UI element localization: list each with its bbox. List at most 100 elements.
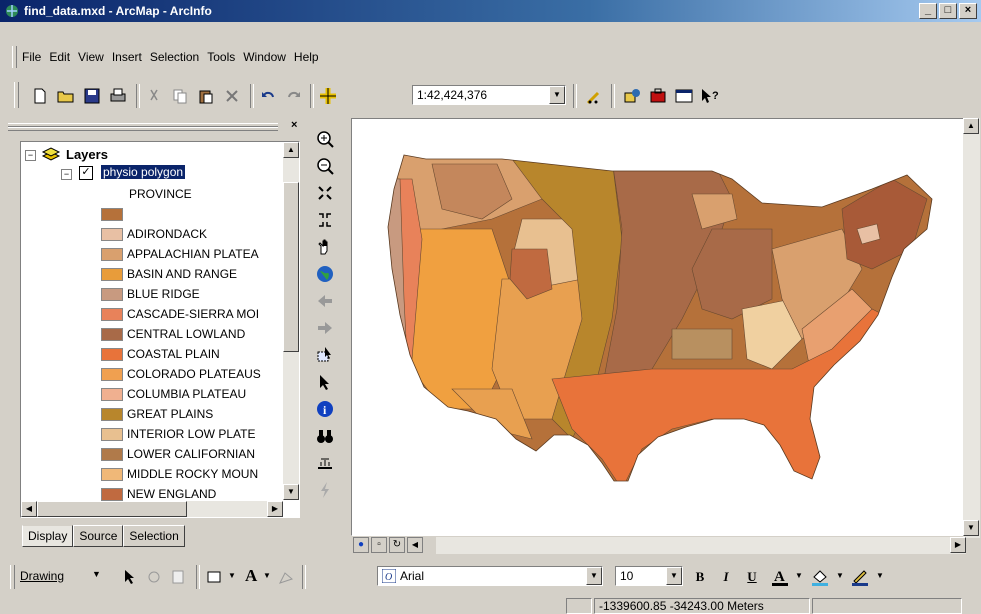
font-size-combo[interactable]: 10 ▼ (615, 566, 683, 586)
font-color-dropdown-icon[interactable]: ▼ (795, 571, 803, 580)
minimize-button[interactable]: _ (919, 3, 937, 19)
size-chevron-down-icon[interactable]: ▼ (666, 567, 682, 585)
fixed-zoom-out-icon[interactable] (314, 209, 336, 231)
find-binoculars-icon[interactable] (314, 425, 336, 447)
add-data-icon[interactable] (316, 84, 340, 108)
map-scroll-right-icon[interactable]: ▶ (950, 537, 966, 553)
select-features-icon[interactable] (314, 344, 336, 366)
new-text-tool[interactable]: A (245, 566, 257, 586)
menu-insert[interactable]: Insert (112, 50, 142, 64)
undo-icon[interactable] (256, 84, 280, 108)
close-button[interactable]: × (959, 3, 977, 19)
font-name-combo[interactable]: O Arial ▼ (377, 566, 603, 586)
legend-item[interactable]: COLUMBIA PLATEAU (101, 384, 246, 404)
legend-item[interactable]: COASTAL PLAIN (101, 344, 220, 364)
legend-item[interactable]: INTERIOR LOW PLATE (101, 424, 255, 444)
us-physiographic-map[interactable] (352, 119, 964, 535)
layout-view-icon[interactable]: ▫ (371, 537, 387, 553)
legend-swatch[interactable] (101, 427, 123, 441)
map-scale-combo[interactable]: 1:42,424,376 ▼ (412, 85, 566, 105)
data-view-icon[interactable]: ● (353, 537, 369, 553)
legend-item[interactable]: BASIN AND RANGE (101, 264, 237, 284)
scroll-left-icon[interactable]: ◀ (21, 501, 37, 517)
hyperlink-lightning-icon[interactable] (314, 479, 336, 501)
delete-icon[interactable] (220, 84, 244, 108)
legend-swatch[interactable] (101, 307, 123, 321)
select-elements-icon[interactable] (118, 565, 142, 589)
fixed-zoom-in-icon[interactable] (314, 182, 336, 204)
fill-color-dropdown-icon[interactable]: ▼ (836, 571, 844, 580)
refresh-view-icon[interactable]: ↻ (389, 537, 405, 553)
fill-color-icon[interactable] (808, 565, 832, 589)
bold-button[interactable]: B (688, 565, 712, 589)
layer-visibility-checkbox[interactable]: ✓ (79, 166, 93, 180)
scroll-thumb[interactable] (283, 182, 299, 352)
next-extent-icon[interactable] (314, 317, 336, 339)
legend-swatch[interactable] (101, 387, 123, 401)
close-toc-icon[interactable]: × (291, 119, 297, 131)
underline-button[interactable]: U (740, 565, 764, 589)
legend-item[interactable]: LOWER CALIFORNIAN (101, 444, 255, 464)
italic-button[interactable]: I (714, 565, 738, 589)
menu-window[interactable]: Window (243, 50, 286, 64)
pan-hand-icon[interactable] (314, 236, 336, 258)
legend-swatch[interactable] (101, 467, 123, 481)
cut-icon[interactable] (142, 84, 166, 108)
editor-toolbar-icon[interactable] (583, 84, 607, 108)
chevron-down-icon[interactable]: ▼ (549, 86, 565, 104)
maximize-button[interactable]: □ (939, 3, 957, 19)
rectangle-tool-icon[interactable] (202, 565, 226, 589)
legend-item[interactable]: BLUE RIDGE (101, 284, 200, 304)
layer-name[interactable]: physio polygon (101, 165, 186, 179)
pause-drawing-icon[interactable]: ◀ (407, 537, 423, 553)
menu-view[interactable]: View (78, 50, 104, 64)
paste-icon[interactable] (194, 84, 218, 108)
tab-selection[interactable]: Selection (123, 525, 185, 547)
full-extent-globe-icon[interactable] (314, 263, 336, 285)
legend-swatch[interactable] (101, 327, 123, 341)
menu-file[interactable]: File (22, 50, 41, 64)
legend-item[interactable]: CENTRAL LOWLAND (101, 324, 245, 344)
legend-swatch[interactable] (101, 347, 123, 361)
zoom-in-icon[interactable] (314, 128, 336, 150)
copy-icon[interactable] (168, 84, 192, 108)
text-dropdown-icon[interactable]: ▼ (263, 571, 271, 580)
previous-extent-icon[interactable] (314, 290, 336, 312)
toc-vertical-scrollbar[interactable]: ▲ ▼ (283, 142, 299, 500)
legend-swatch[interactable] (101, 207, 123, 221)
legend-swatch[interactable] (101, 367, 123, 381)
collapse-layers-icon[interactable]: − (25, 150, 36, 161)
legend-item[interactable] (101, 204, 127, 224)
legend-item[interactable]: MIDDLE ROCKY MOUN (101, 464, 258, 484)
tab-display[interactable]: Display (22, 525, 74, 547)
identify-icon[interactable]: i (314, 398, 336, 420)
open-folder-icon[interactable] (54, 84, 78, 108)
redo-icon[interactable] (282, 84, 306, 108)
menu-tools[interactable]: Tools (207, 50, 235, 64)
zoom-whole-page-icon[interactable] (166, 565, 190, 589)
legend-item[interactable]: ADIRONDACK (101, 224, 207, 244)
legend-item[interactable]: APPALACHIAN PLATEA (101, 244, 259, 264)
print-icon[interactable] (106, 84, 130, 108)
select-elements-arrow-icon[interactable] (314, 371, 336, 393)
command-line-icon[interactable] (672, 84, 696, 108)
line-color-dropdown-icon[interactable]: ▼ (876, 571, 884, 580)
arctoolbox-icon[interactable] (646, 84, 670, 108)
whats-this-help-icon[interactable]: ? (698, 84, 722, 108)
legend-swatch[interactable] (101, 227, 123, 241)
menu-edit[interactable]: Edit (49, 50, 70, 64)
layers-root-label[interactable]: Layers (66, 147, 108, 162)
map-horizontal-scrollbar[interactable]: ▶ (436, 537, 966, 554)
rectangle-dropdown-icon[interactable]: ▼ (228, 571, 236, 580)
drawing-menu[interactable]: Drawing (20, 569, 64, 583)
legend-swatch[interactable] (101, 247, 123, 261)
h-scroll-thumb[interactable] (37, 501, 187, 517)
font-chevron-down-icon[interactable]: ▼ (586, 567, 602, 585)
save-icon[interactable] (80, 84, 104, 108)
zoom-out-icon[interactable] (314, 155, 336, 177)
measure-icon[interactable] (314, 452, 336, 474)
edit-vertices-icon[interactable] (274, 565, 298, 589)
map-vertical-scrollbar[interactable]: ▲ ▼ (963, 118, 980, 538)
legend-swatch[interactable] (101, 487, 123, 501)
scroll-down-icon[interactable]: ▼ (283, 484, 299, 500)
